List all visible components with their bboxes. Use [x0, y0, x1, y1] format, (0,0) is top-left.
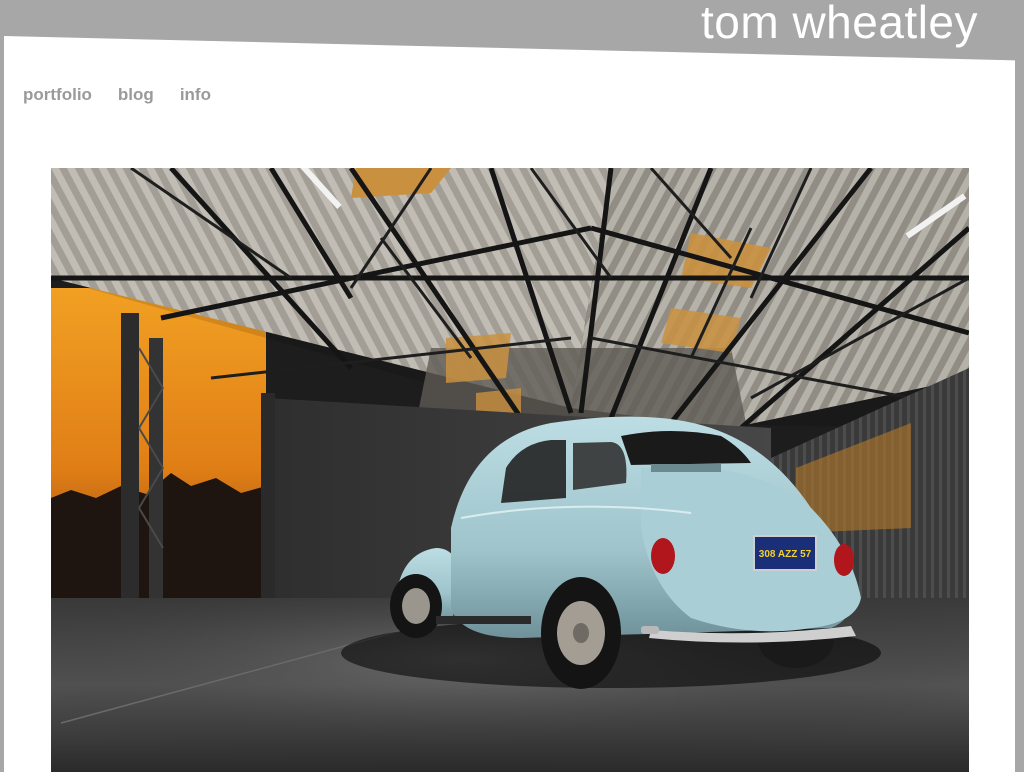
site-title[interactable]: tom wheatley — [701, 0, 978, 50]
hero-photo-illustration: 308 AZZ 57 — [51, 168, 969, 772]
nav-link-blog[interactable]: blog — [118, 84, 154, 106]
nav-link-portfolio[interactable]: portfolio — [23, 84, 92, 106]
hero-photo[interactable]: 308 AZZ 57 — [51, 168, 969, 772]
page: tom wheatley portfolio blog info 308 AZZ… — [0, 0, 1024, 772]
nav-link-info[interactable]: info — [180, 84, 211, 106]
main-nav: portfolio blog info — [23, 84, 237, 106]
license-plate-text: 308 AZZ 57 — [759, 549, 812, 560]
